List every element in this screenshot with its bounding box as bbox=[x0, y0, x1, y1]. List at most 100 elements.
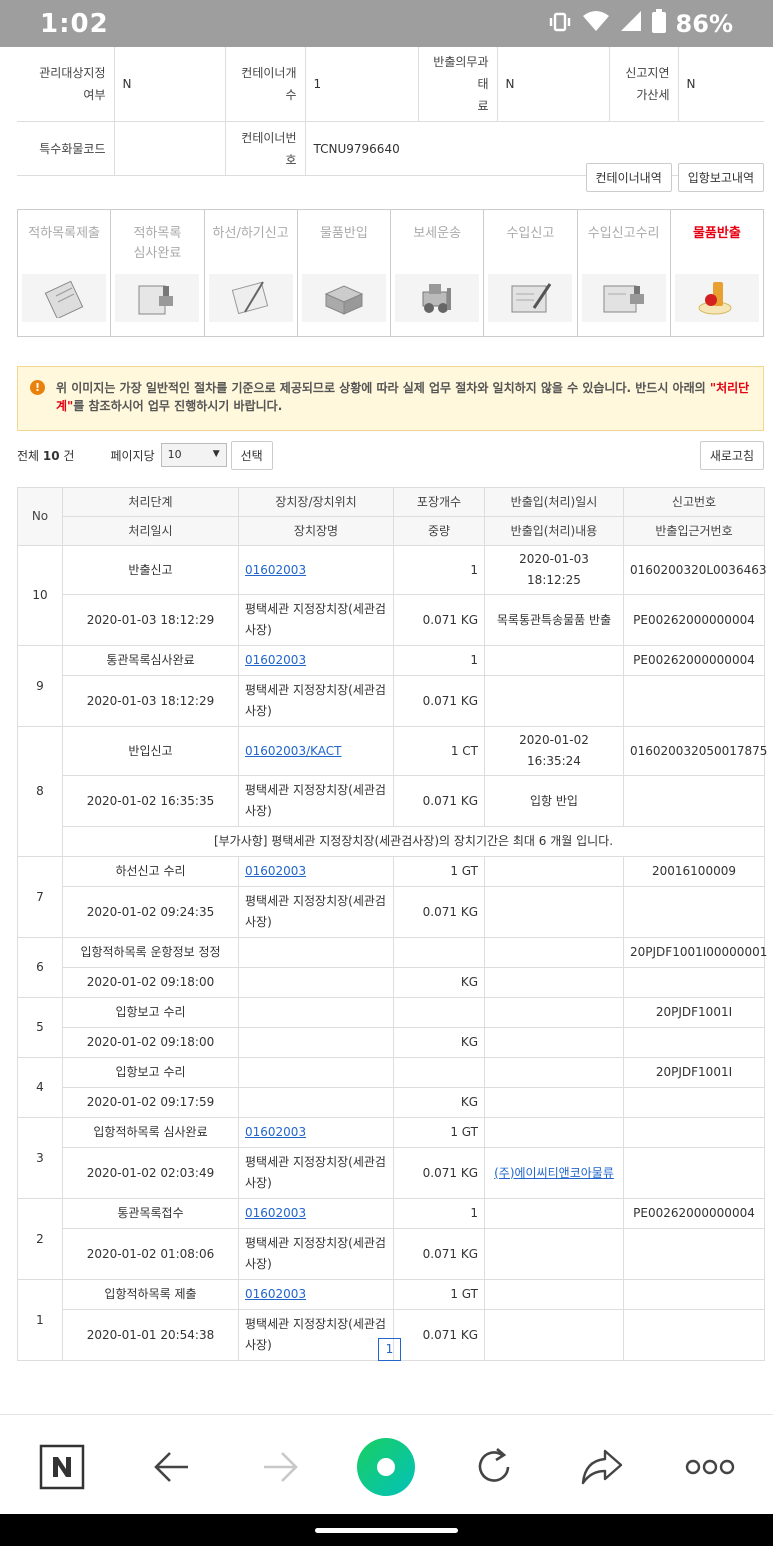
warehouse-cell: 평택세관 지정장치장(세관검사장) bbox=[238, 775, 394, 827]
packages-cell: 1 bbox=[393, 1198, 485, 1229]
row-number: 9 bbox=[17, 645, 63, 727]
io-datetime-cell bbox=[484, 1198, 624, 1229]
container-count-label: 컨테이너개 수 bbox=[225, 47, 306, 122]
row-number: 3 bbox=[17, 1117, 63, 1199]
location-cell: 01602003 bbox=[238, 1279, 394, 1310]
stage-cell: 통관목록심사완료 bbox=[62, 645, 239, 676]
process-step: 물품반입 bbox=[297, 210, 391, 336]
packages-cell: 1 GT bbox=[393, 1279, 485, 1310]
forklift-icon bbox=[395, 274, 480, 322]
page-1-link[interactable]: 1 bbox=[378, 1338, 401, 1361]
notice-text-tail: 를 참조하시어 업무 진행하시기 바랍니다. bbox=[73, 399, 283, 413]
warehouse-cell: 평택세관 지정장치장(세관검사장) bbox=[238, 594, 394, 646]
location-cell bbox=[238, 1057, 394, 1088]
process-step-label: 물품반입 bbox=[319, 226, 368, 241]
col-stage: 처리단계 bbox=[62, 487, 239, 517]
warning-icon: ! bbox=[30, 380, 45, 395]
location-cell-link[interactable]: 01602003/KACT bbox=[245, 744, 342, 758]
location-cell: 01602003 bbox=[238, 545, 394, 595]
process-step-label: 수입신고 bbox=[506, 226, 555, 241]
total-count: 전체 10 건 bbox=[17, 448, 75, 463]
location-cell-link[interactable]: 01602003 bbox=[245, 1206, 306, 1220]
col-location: 장치장/장치위치 bbox=[238, 487, 394, 517]
forward-arrow-icon[interactable] bbox=[250, 1437, 310, 1497]
location-cell-link[interactable]: 01602003 bbox=[245, 864, 306, 878]
proc-datetime-cell: 2020-01-02 01:08:06 bbox=[62, 1228, 239, 1280]
table-row: 2020-01-02 09:24:35 평택세관 지정장치장(세관검사장) 0.07… bbox=[18, 886, 765, 938]
table-row: 2020-01-03 18:12:29 평택세관 지정장치장(세관검사장) 0.07… bbox=[18, 594, 765, 646]
io-content-cell: (주)에이씨티앤코아물류 bbox=[484, 1147, 624, 1199]
stage-cell: 반입신고 bbox=[62, 726, 239, 776]
process-steps: 적하목록제출 적하목록 심사완료 하선/하기신고 물품반입 보세운송 수입신고 수입신고수리… bbox=[17, 209, 764, 337]
per-page-label: 페이지당 bbox=[110, 448, 155, 463]
location-cell: 01602003 bbox=[238, 1117, 394, 1148]
row-number: 4 bbox=[17, 1057, 63, 1118]
notice-text: 위 이미지는 가장 일반적인 절차를 기준으로 제공되므로 상황에 따라 실제 … bbox=[56, 381, 710, 395]
location-cell-link[interactable]: 01602003 bbox=[245, 1125, 306, 1139]
boxes-icon bbox=[301, 274, 386, 322]
refresh-button[interactable]: 새로고침 bbox=[699, 440, 764, 470]
header-row: No 처리단계 장치장/장치위치 포장개수 반출입(처리)일시 신고번호 bbox=[17, 487, 765, 546]
location-cell-link[interactable]: 01602003 bbox=[245, 1287, 306, 1301]
seal-icon bbox=[674, 274, 759, 322]
row-number: 6 bbox=[17, 937, 63, 998]
table-row: 2020-01-03 18:12:29 평택세관 지정장치장(세관검사장) 0.07… bbox=[18, 675, 765, 727]
process-step: 적하목록 심사완료 bbox=[111, 210, 205, 336]
table-row: 2020-01-02 16:35:35 평택세관 지정장치장(세관검사장) 0.07… bbox=[18, 775, 765, 827]
packages-cell: 1 GT bbox=[393, 1117, 485, 1148]
managed-flag-label: 관리대상지정 여부 bbox=[17, 47, 115, 122]
warehouse-cell: 평택세관 지정장치장(세관검사장) bbox=[238, 886, 394, 938]
packages-cell: 1 CT bbox=[393, 726, 485, 776]
process-step: 적하목록제출 bbox=[18, 210, 112, 336]
reload-icon[interactable] bbox=[464, 1437, 524, 1497]
battery-level: 86% bbox=[675, 9, 733, 38]
container-history-button[interactable]: 컨테이너내역 bbox=[585, 163, 672, 192]
green-dot-icon[interactable] bbox=[356, 1437, 416, 1497]
io-content-cell-link[interactable]: (주)에이씨티앤코아물류 bbox=[494, 1166, 614, 1180]
page-content: 관리대상지정 여부 N 컨테이너개 수 1 반출의무과태 료 N 신고지연 가산… bbox=[0, 47, 773, 1414]
clock: 1:02 bbox=[40, 8, 109, 39]
table-row: 1 입항적하목록 제출 01602003 1 GT bbox=[17, 1279, 765, 1361]
per-page-select[interactable]: 10 ▼ bbox=[160, 443, 227, 467]
process-step-label: 하선/하기신고 bbox=[212, 226, 289, 241]
proc-datetime-cell: 2020-01-02 16:35:35 bbox=[62, 775, 239, 827]
more-icon[interactable] bbox=[680, 1437, 740, 1497]
special-cargo-code-value bbox=[114, 121, 226, 176]
col-proc-datetime: 처리일시 bbox=[62, 516, 239, 546]
table-row: 10 반출신고 01602003 1 2020-01-03 18:12:25 016020… bbox=[17, 545, 766, 646]
weight-cell: 0.071 KG bbox=[393, 886, 485, 938]
stage-cell: 입항적하목록 운항정보 정정 bbox=[62, 937, 239, 968]
notice-box: ! 위 이미지는 가장 일반적인 절차를 기준으로 제공되므로 상황에 따라 실… bbox=[17, 366, 764, 431]
io-datetime-cell bbox=[484, 856, 624, 887]
table-row: 2020-01-02 09:18:00 KG bbox=[18, 967, 765, 998]
share-icon[interactable] bbox=[572, 1437, 632, 1497]
io-datetime-cell: 2020-01-02 16:35:24 bbox=[484, 726, 624, 776]
warehouse-cell: 평택세관 지정장치장(세관검사장) bbox=[238, 1228, 394, 1280]
table-row: 2020-01-02 01:08:06 평택세관 지정장치장(세관검사장) 0.07… bbox=[18, 1228, 765, 1280]
naver-home-icon[interactable] bbox=[32, 1437, 92, 1497]
back-arrow-icon[interactable] bbox=[142, 1437, 202, 1497]
select-button[interactable]: 선택 bbox=[230, 440, 273, 470]
stage-cell: 입항보고 수리 bbox=[62, 1057, 239, 1088]
weight-cell: KG bbox=[393, 1027, 485, 1058]
location-cell-link[interactable]: 01602003 bbox=[245, 563, 306, 577]
proc-datetime-cell: 2020-01-02 02:03:49 bbox=[62, 1147, 239, 1199]
basis-no-cell bbox=[623, 886, 765, 938]
basis-no-cell bbox=[623, 1228, 765, 1280]
warehouse-cell bbox=[238, 967, 394, 998]
location-cell bbox=[238, 937, 394, 968]
col-no: No bbox=[17, 487, 63, 546]
col-basis-no: 반출입근거번호 bbox=[623, 516, 765, 546]
weight-cell: 0.071 KG bbox=[393, 675, 485, 727]
io-content-cell: 목록통관특송물품 반출 bbox=[484, 594, 624, 646]
row-number: 1 bbox=[17, 1279, 63, 1361]
export-penalty-value: N bbox=[497, 47, 610, 122]
location-cell-link[interactable]: 01602003 bbox=[245, 653, 306, 667]
io-content-cell bbox=[484, 1087, 624, 1118]
table-row: 2020-01-02 02:03:49 평택세관 지정장치장(세관검사장) 0.07… bbox=[18, 1147, 765, 1199]
home-indicator[interactable] bbox=[315, 1528, 458, 1533]
report-no-cell: 0160200320L0036463 bbox=[623, 545, 766, 595]
location-cell: 01602003 bbox=[238, 856, 394, 887]
entry-report-history-button[interactable]: 입항보고내역 bbox=[677, 163, 764, 192]
late-fee-value: N bbox=[678, 47, 764, 122]
